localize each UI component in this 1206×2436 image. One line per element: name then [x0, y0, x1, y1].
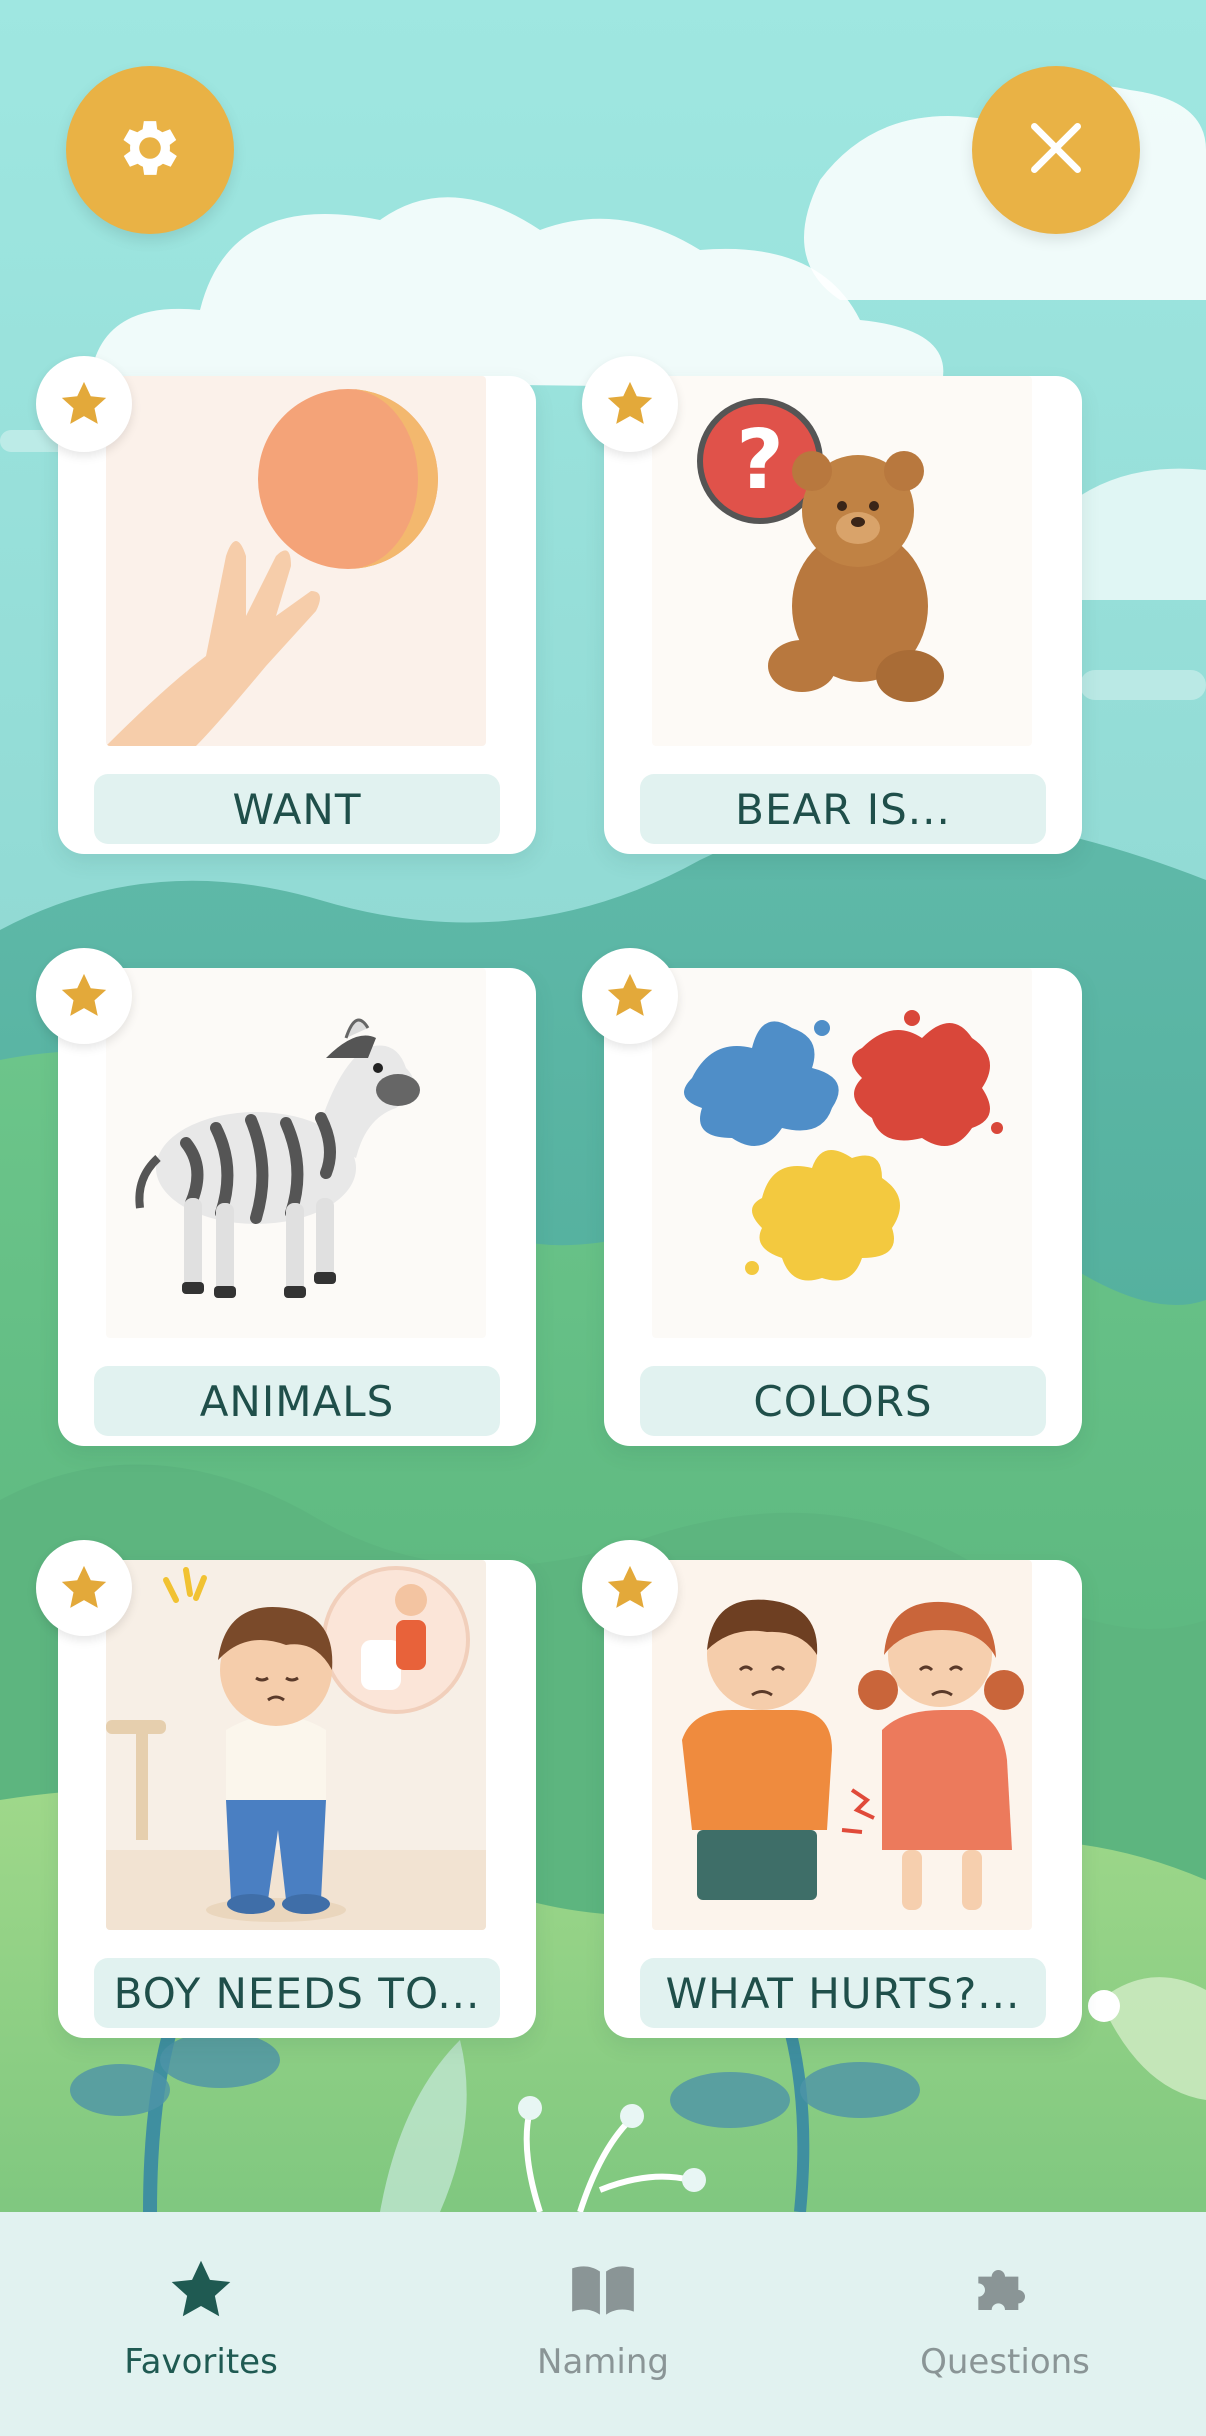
favorite-toggle[interactable]: [36, 1540, 132, 1636]
star-icon: [61, 381, 107, 424]
tab-label: Naming: [537, 2342, 669, 2382]
star-icon: [607, 381, 653, 424]
boy-toilet-illustration: [106, 1560, 486, 1930]
svg-text:?: ?: [736, 413, 784, 508]
card-boy-needs-to[interactable]: BOY NEEDS TO...: [36, 1540, 536, 2038]
favorite-toggle[interactable]: [36, 356, 132, 452]
star-icon: [607, 973, 653, 1016]
tab-naming[interactable]: Naming: [402, 2212, 804, 2436]
favorite-toggle[interactable]: [36, 948, 132, 1044]
close-icon: [1019, 111, 1093, 189]
bottom-tab-bar: Favorites Naming Questions: [0, 2212, 1206, 2436]
book-icon: [563, 2250, 643, 2330]
tab-favorites[interactable]: Favorites: [0, 2212, 402, 2436]
card-want[interactable]: WANT: [36, 356, 536, 854]
tab-label: Favorites: [124, 2342, 278, 2382]
puzzle-icon: [965, 2250, 1045, 2330]
card-label: COLORS: [640, 1366, 1046, 1436]
tab-questions[interactable]: Questions: [804, 2212, 1206, 2436]
want-illustration: [106, 376, 486, 746]
close-button[interactable]: [972, 66, 1140, 234]
star-icon: [61, 973, 107, 1016]
card-label: ANIMALS: [94, 1366, 500, 1436]
bear-illustration: ?: [652, 376, 1032, 746]
card-colors[interactable]: COLORS: [582, 948, 1082, 1446]
star-icon: [161, 2250, 241, 2330]
star-icon: [61, 1565, 107, 1608]
card-bear-is[interactable]: ? BEAR IS...: [582, 356, 1082, 854]
card-label: BEAR IS...: [640, 774, 1046, 844]
card-label: WANT: [94, 774, 500, 844]
card-label: BOY NEEDS TO...: [94, 1958, 500, 2028]
card-label: WHAT HURTS?...: [640, 1958, 1046, 2028]
favorite-toggle[interactable]: [582, 948, 678, 1044]
favorite-toggle[interactable]: [582, 1540, 678, 1636]
favorite-toggle[interactable]: [582, 356, 678, 452]
zebra-illustration: [106, 968, 486, 1338]
card-animals[interactable]: ANIMALS: [36, 948, 536, 1446]
paint-splashes-illustration: [652, 968, 1032, 1338]
star-icon: [607, 1565, 653, 1608]
tab-label: Questions: [920, 2342, 1090, 2382]
card-what-hurts[interactable]: WHAT HURTS?...: [582, 1540, 1082, 2038]
children-pain-illustration: [652, 1560, 1032, 1930]
settings-button[interactable]: [66, 66, 234, 234]
gear-icon: [113, 111, 187, 189]
